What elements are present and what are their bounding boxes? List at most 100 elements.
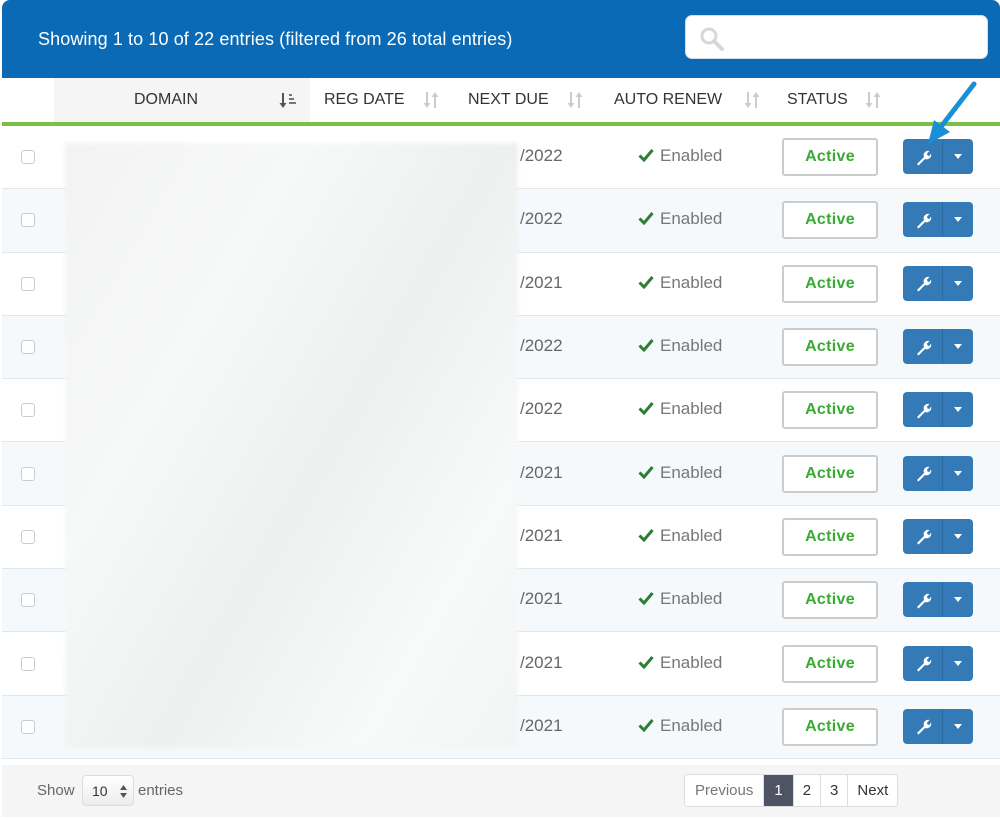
search-icon — [700, 27, 724, 51]
manage-button[interactable] — [903, 202, 943, 238]
wrench-icon — [916, 593, 931, 609]
auto-renew-value: Enabled — [638, 209, 722, 229]
caret-down-icon — [954, 533, 962, 539]
status-badge[interactable]: Active — [782, 581, 878, 620]
sort-both-icon[interactable] — [422, 91, 440, 109]
next-page-button[interactable]: Next — [848, 775, 898, 806]
wrench-icon — [916, 530, 931, 545]
next-due-date: /2021 — [520, 272, 563, 292]
manage-button[interactable] — [903, 392, 943, 428]
page-length-select[interactable]: 10 — [82, 775, 134, 806]
auto-renew-label: Enabled — [660, 652, 723, 672]
caret-down-icon — [954, 344, 962, 350]
next-due-date: /2021 — [520, 589, 563, 609]
check-icon — [638, 212, 654, 226]
page-3-button[interactable]: 3 — [821, 775, 849, 806]
status-badge[interactable]: Active — [782, 328, 878, 367]
actions-dropdown-toggle[interactable] — [943, 456, 973, 491]
page-1-button[interactable]: 1 — [764, 775, 794, 806]
next-due-date: /2021 — [520, 525, 563, 545]
sort-both-icon[interactable] — [566, 91, 584, 109]
page-2-button[interactable]: 2 — [793, 775, 822, 806]
actions-dropdown-toggle[interactable] — [943, 392, 973, 427]
manage-button[interactable] — [903, 265, 943, 301]
actions-dropdown-toggle[interactable] — [943, 266, 973, 301]
actions-dropdown-toggle[interactable] — [943, 582, 973, 617]
next-due-date: /2022 — [520, 209, 563, 229]
column-header-status[interactable]: STATUS — [787, 91, 848, 109]
check-icon — [638, 149, 654, 163]
manage-button[interactable] — [903, 582, 943, 618]
auto-renew-value: Enabled — [638, 273, 722, 293]
previous-page-button[interactable]: Previous — [685, 775, 765, 806]
row-actions-button-group — [903, 582, 973, 618]
row-select-checkbox[interactable] — [21, 150, 35, 165]
check-icon — [638, 528, 654, 542]
row-select-checkbox[interactable] — [21, 719, 35, 734]
status-badge[interactable]: Active — [782, 517, 878, 556]
check-icon — [638, 465, 654, 479]
column-header-next-due[interactable]: NEXT DUE — [468, 91, 549, 109]
column-header-auto-renew[interactable]: AUTO RENEW — [614, 91, 722, 109]
actions-dropdown-toggle[interactable] — [943, 202, 973, 237]
status-badge[interactable]: Active — [782, 707, 878, 746]
caret-down-icon — [954, 660, 962, 666]
check-icon — [638, 402, 654, 416]
actions-dropdown-toggle[interactable] — [943, 329, 973, 364]
actions-dropdown-toggle[interactable] — [943, 646, 973, 681]
status-badge[interactable]: Active — [782, 454, 878, 493]
status-badge[interactable]: Active — [782, 201, 878, 240]
wrench-icon — [916, 277, 931, 292]
manage-button[interactable] — [903, 329, 943, 365]
auto-renew-value: Enabled — [638, 146, 722, 166]
row-select-checkbox[interactable] — [21, 593, 35, 608]
entries-label: entries — [138, 782, 184, 799]
select-arrows-icon — [120, 785, 127, 798]
auto-renew-label: Enabled — [660, 336, 723, 356]
row-select-checkbox[interactable] — [21, 466, 35, 481]
actions-dropdown-toggle[interactable] — [943, 709, 973, 744]
sort-both-icon[interactable] — [743, 91, 761, 109]
table-column-headers: DOMAIN REG DATE NEXT DUE AUTO RENEW STAT… — [2, 78, 1000, 122]
search-input[interactable] — [685, 15, 988, 59]
auto-renew-value: Enabled — [638, 399, 722, 419]
actions-dropdown-toggle[interactable] — [943, 519, 973, 554]
column-header-domain[interactable]: DOMAIN — [134, 91, 198, 109]
check-icon — [638, 718, 654, 732]
auto-renew-value: Enabled — [638, 526, 722, 546]
status-badge[interactable]: Active — [782, 138, 878, 177]
row-actions-button-group — [903, 392, 973, 428]
status-badge[interactable]: Active — [782, 264, 878, 303]
sort-both-icon[interactable] — [864, 91, 882, 109]
caret-down-icon — [954, 280, 962, 286]
column-header-reg-date[interactable]: REG DATE — [324, 91, 405, 109]
page-length-value: 10 — [92, 783, 108, 799]
row-select-checkbox[interactable] — [21, 403, 35, 418]
manage-button[interactable] — [903, 455, 943, 491]
check-icon — [638, 339, 654, 353]
row-select-checkbox[interactable] — [21, 340, 35, 355]
caret-down-icon — [954, 154, 962, 160]
table-header-bar: Showing 1 to 10 of 22 entries (filtered … — [2, 0, 1000, 78]
sort-ascending-icon[interactable] — [279, 91, 297, 109]
manage-button[interactable] — [903, 645, 943, 681]
row-select-checkbox[interactable] — [21, 213, 35, 228]
row-select-checkbox[interactable] — [21, 529, 35, 544]
manage-button[interactable] — [903, 708, 943, 744]
row-actions-button-group — [903, 708, 973, 744]
row-select-checkbox[interactable] — [21, 656, 35, 671]
caret-down-icon — [954, 723, 962, 729]
status-badge[interactable]: Active — [782, 644, 878, 683]
redacted-domain-area — [65, 143, 518, 748]
wrench-icon — [916, 213, 931, 229]
auto-renew-label: Enabled — [660, 146, 723, 166]
wrench-icon — [916, 466, 931, 482]
status-badge[interactable]: Active — [782, 391, 878, 430]
manage-button[interactable] — [903, 518, 943, 554]
auto-renew-label: Enabled — [660, 272, 723, 292]
table-footer: Show 10 entries Previous 1 2 3 Next — [2, 765, 1000, 817]
next-due-date: /2021 — [520, 715, 563, 735]
row-select-checkbox[interactable] — [21, 276, 35, 291]
auto-renew-value: Enabled — [638, 589, 722, 609]
entries-info: Showing 1 to 10 of 22 entries (filtered … — [38, 29, 513, 49]
